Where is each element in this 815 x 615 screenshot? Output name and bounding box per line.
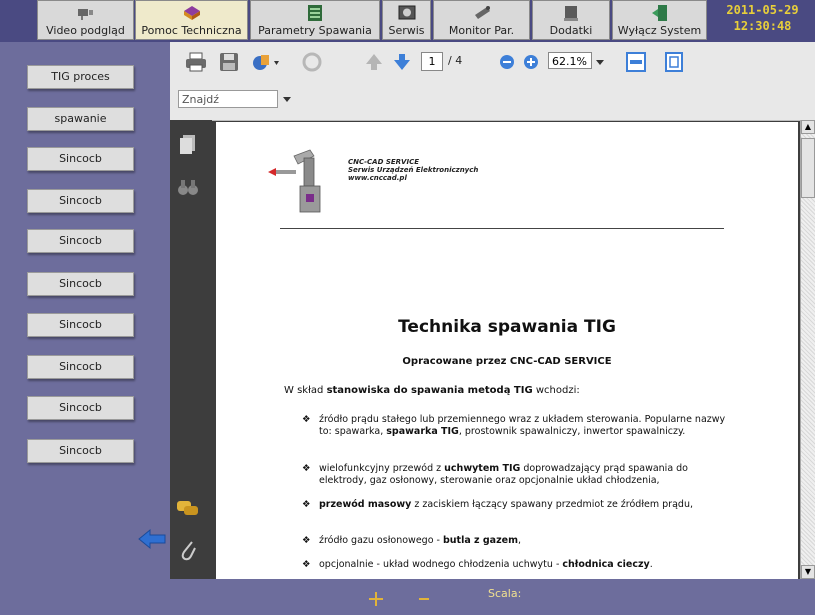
previous-page-icon[interactable]: [364, 51, 384, 73]
company-header: CNC-CAD SERVICE Serwis Urządzeń Elektron…: [348, 158, 478, 182]
tab-label: Serwis: [388, 24, 425, 37]
viewer-toolbar: 1 / 4 62.1%: [170, 42, 815, 85]
sidebar-item-spawanie[interactable]: spawanie: [27, 107, 134, 131]
intro-text: W skład: [284, 385, 327, 396]
scale-label: Scala:: [488, 587, 522, 600]
diamond-bullet-icon: ❖: [302, 414, 311, 425]
tab-dodatki[interactable]: Dodatki: [532, 0, 610, 40]
clock: 2011-05-29 12:30:48: [710, 2, 815, 40]
list-item-text-end: ,: [517, 535, 521, 546]
tab-parametry-spawania[interactable]: Parametry Spawania: [250, 0, 380, 40]
save-icon[interactable]: [218, 51, 240, 73]
page-total: / 4: [448, 54, 463, 67]
back-arrow-icon[interactable]: [137, 528, 167, 550]
vertical-scrollbar[interactable]: ▲ ▼: [800, 120, 815, 579]
fit-page-icon[interactable]: [663, 51, 685, 73]
tab-label: Pomoc Techniczna: [141, 24, 242, 37]
zoom-in-icon[interactable]: [522, 51, 540, 73]
diamond-bullet-icon: ❖: [302, 463, 311, 474]
list-item-text: wielofunkcyjny przewód z: [319, 463, 445, 474]
sidebar-item-sincocb[interactable]: Sincocb: [27, 272, 134, 296]
sidebar-item-sincocb[interactable]: Sincocb: [27, 229, 134, 253]
company-name: CNC-CAD SERVICE: [348, 158, 419, 166]
find-input[interactable]: Znajdź: [178, 90, 278, 108]
header-divider: [280, 228, 724, 229]
attachment-icon[interactable]: [178, 538, 198, 562]
list-item-text: opcjonalnie - układ wodnego chłodzenia u…: [319, 559, 563, 570]
service-icon: [398, 5, 415, 20]
tab-label: Wyłącz System: [617, 24, 702, 37]
print-icon[interactable]: [184, 51, 208, 73]
clock-date: 2011-05-29: [726, 3, 799, 17]
sidebar-item-tig-proces[interactable]: TIG proces: [27, 65, 134, 89]
zoom-level-select[interactable]: 62.1%: [548, 52, 592, 69]
intro-paragraph: W skład stanowiska do spawania metodą TI…: [284, 385, 580, 396]
tab-pomoc-techniczna[interactable]: Pomoc Techniczna: [135, 0, 248, 40]
tab-wylacz-system[interactable]: Wyłącz System: [612, 0, 707, 40]
sidebar-item-sincocb[interactable]: Sincocb: [27, 189, 134, 213]
diamond-bullet-icon: ❖: [302, 559, 311, 570]
document-page: CNC-CAD SERVICE Serwis Urządzeń Elektron…: [216, 122, 798, 579]
document-title: Technika spawania TIG: [398, 317, 616, 337]
pdf-viewer: 1 / 4 62.1% Znajdź CNC-CAD SERVICE Serwi…: [170, 42, 815, 579]
tab-label: Video podgląd: [46, 24, 125, 37]
parameters-icon: [308, 5, 322, 21]
intro-bold: stanowiska do spawania metodą TIG: [326, 385, 533, 396]
camera-icon: [77, 9, 93, 20]
scroll-thumb[interactable]: [801, 138, 815, 198]
list-item-bold: butla z gazem: [442, 535, 518, 546]
list-item-text-end: , prostownik spawalniczy, inwertor spawa…: [458, 426, 686, 437]
next-page-icon[interactable]: [392, 51, 412, 73]
tab-monitor-par[interactable]: Monitor Par.: [433, 0, 530, 40]
page-number-input[interactable]: 1: [421, 52, 443, 71]
document-subtitle: Opracowane przez CNC-CAD SERVICE: [402, 356, 612, 367]
status-bar: Scala:: [0, 579, 815, 615]
book-icon: [183, 6, 200, 20]
company-website: www.cnccad.pl: [348, 174, 407, 182]
scroll-down-icon[interactable]: ▼: [801, 565, 815, 579]
clock-time: 12:30:48: [733, 19, 792, 33]
minus-icon: [419, 598, 429, 600]
crosshair-icon: [369, 592, 383, 606]
pages-icon[interactable]: [179, 134, 197, 156]
diamond-bullet-icon: ❖: [302, 535, 311, 546]
tab-label: Dodatki: [549, 24, 593, 37]
list-item-text-end: z zaciskiem łączący spawany przedmiot ze…: [411, 499, 693, 510]
share-icon[interactable]: [250, 51, 280, 73]
left-panel: TIG proces spawanie Sincocb Sincocb Sinc…: [0, 42, 170, 579]
robot-logo: [268, 149, 321, 213]
list-item-text-end: .: [649, 559, 653, 570]
sidebar-item-sincocb[interactable]: Sincocb: [27, 313, 134, 337]
diamond-bullet-icon: ❖: [302, 499, 311, 510]
sidebar-item-sincocb[interactable]: Sincocb: [27, 396, 134, 420]
addons-icon: [564, 6, 578, 21]
list-item-text: źródło gazu osłonowego -: [319, 535, 443, 546]
list-item-bold: przewód masowy: [319, 499, 412, 510]
monitor-icon: [474, 6, 490, 19]
top-navigation-bar: Video podgląd Pomoc Techniczna Parametry…: [0, 0, 815, 42]
tab-label: Monitor Par.: [448, 24, 515, 37]
company-description: Serwis Urządzeń Elektronicznych: [348, 166, 479, 174]
sidebar-item-sincocb[interactable]: Sincocb: [27, 147, 134, 171]
collaborate-icon[interactable]: [300, 51, 324, 73]
binoculars-icon[interactable]: [177, 178, 199, 196]
list-item-bold: chłodnica cieczy: [562, 559, 650, 570]
tab-video-podglad[interactable]: Video podgląd: [37, 0, 134, 40]
comments-icon[interactable]: [176, 500, 200, 518]
chevron-down-icon[interactable]: [282, 94, 292, 104]
list-item-bold: uchwytem TIG: [444, 463, 521, 474]
sidebar-item-sincocb[interactable]: Sincocb: [27, 439, 134, 463]
list-item-bold: spawarka TIG: [386, 426, 459, 437]
exit-icon: [651, 5, 667, 21]
scroll-up-icon[interactable]: ▲: [801, 120, 815, 134]
tab-label: Parametry Spawania: [258, 24, 372, 37]
intro-text-end: wchodzi:: [532, 385, 580, 396]
chevron-down-icon[interactable]: [595, 51, 605, 73]
tab-serwis[interactable]: Serwis: [382, 0, 431, 40]
sidebar-item-sincocb[interactable]: Sincocb: [27, 355, 134, 379]
fit-width-icon[interactable]: [625, 51, 647, 73]
zoom-out-icon[interactable]: [498, 51, 516, 73]
navigation-pane: [170, 120, 212, 579]
